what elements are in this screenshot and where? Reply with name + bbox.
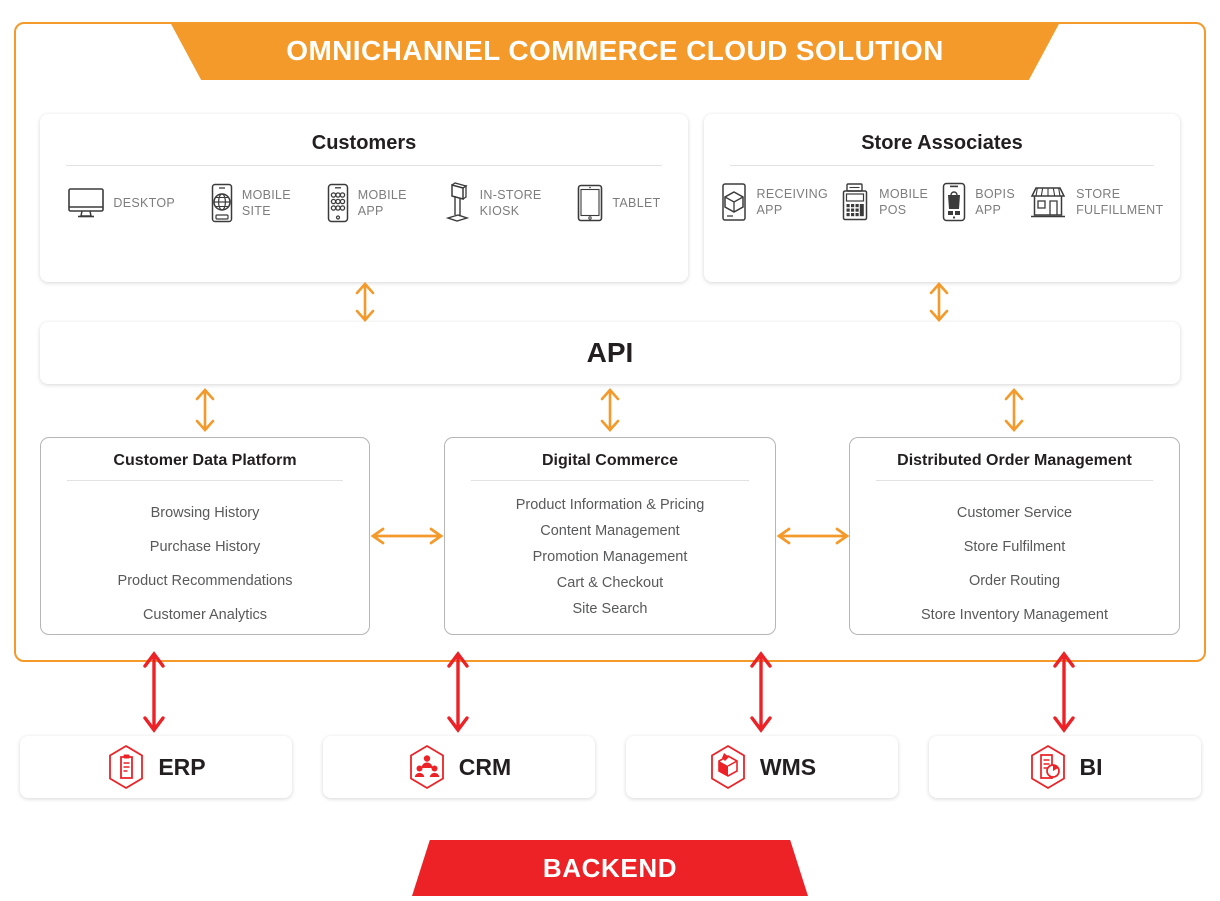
mobile-app-grid-icon [327,183,349,223]
capability-panel-title: Distributed Order Management [897,452,1132,469]
arrow-frame-bi [1053,651,1075,733]
capability-item: Product Recommendations [117,573,293,589]
capability-panel-title: Digital Commerce [541,452,679,469]
bopis-bag-phone-icon [943,182,966,222]
channel-item-label: TABLET [612,196,661,210]
capability-panel-digital-commerce: Digital Commerce Product Information & P… [444,437,776,635]
backend-card-label: CRM [458,753,512,780]
channel-item-label: STORE FULFILLMENT [1076,187,1164,217]
channel-item-desktop[interactable]: DESKTOP [67,186,175,220]
backend-card-label: ERP [158,753,206,780]
api-title: API [586,337,634,368]
tablet-icon [578,184,603,222]
channel-panel-store-associates-title: Store Associates [861,132,1023,154]
capability-item: Promotion Management [532,549,688,565]
backend-card-bi[interactable]: BI [929,736,1201,798]
channel-item-label: MOBILE POS [879,187,929,217]
receiving-box-phone-icon [721,183,746,221]
hexagon-people-icon [409,744,444,790]
capability-list: Product Information & Pricing Content Ma… [445,487,775,617]
backend-card-label: BI [1079,753,1103,780]
desktop-monitor-icon [68,188,105,218]
channel-item-label: MOBILE APP [357,188,407,218]
capability-item: Purchase History [149,539,261,555]
capability-panel-customer-data-platform: Customer Data Platform Browsing History … [40,437,370,635]
channel-item-mobile-pos[interactable]: MOBILE POS [841,182,928,222]
header-banner: OMNICHANNEL COMMERCE CLOUD SOLUTION [170,22,1060,80]
channel-panel-customers: Customers DESKTOP MOBILE SITE MOBILE APP… [40,114,688,282]
capability-item: Customer Service [956,505,1073,521]
divider [730,165,1154,166]
store-associates-icon-row: RECEIVING APP MOBILE POS BOPIS APP STORE… [704,182,1180,222]
customers-icon-row: DESKTOP MOBILE SITE MOBILE APP IN-STORE … [40,182,688,224]
capability-panel-title: Customer Data Platform [113,452,297,469]
arrow-frame-wms [750,651,772,733]
channel-panel-store-associates: Store Associates RECEIVING APP MOBILE PO… [704,114,1180,282]
divider [66,165,662,166]
capability-item: Cart & Checkout [556,575,664,591]
capability-item: Browsing History [150,505,260,521]
backend-card-crm[interactable]: CRM [323,736,595,798]
channel-item-tablet[interactable]: TABLET [576,184,660,222]
page-title: OMNICHANNEL COMMERCE CLOUD SOLUTION [286,35,944,66]
arrow-api-customer-data-platform [195,388,215,432]
channel-item-store-fulfillment[interactable]: STORE FULFILLMENT [1028,184,1163,220]
channel-panel-customers-title: Customers [311,132,417,154]
api-bar: API [40,322,1180,384]
capability-item: Site Search [572,601,648,617]
channel-item-label: RECEIVING APP [756,187,829,217]
channel-item-label: DESKTOP [113,196,176,210]
hexagon-clipboard-icon [109,744,144,790]
capability-item: Order Routing [968,573,1061,589]
backend-card-label: WMS [759,753,817,780]
backend-card-erp[interactable]: ERP [20,736,292,798]
capability-panel-distributed-order-management: Distributed Order Management Customer Se… [849,437,1180,635]
hexagon-warehouse-box-icon [710,744,745,790]
arrow-digital-commerce-dom [776,527,850,545]
arrow-customers-api [355,282,375,322]
capability-item: Product Information & Pricing [515,497,705,513]
backend-banner-title: BACKEND [542,852,678,883]
capability-list: Browsing History Purchase History Produc… [41,487,369,623]
pos-terminal-icon [842,183,868,221]
backend-card-wms[interactable]: WMS [626,736,898,798]
capability-list: Customer Service Store Fulfilment Order … [850,487,1179,623]
divider [471,480,749,481]
divider [67,480,343,481]
capability-item: Content Management [540,523,680,539]
channel-item-mobile-site[interactable]: MOBILE SITE [210,183,291,223]
arrow-api-digital-commerce [600,388,620,432]
arrow-api-distributed-order-management [1004,388,1024,432]
channel-item-in-store-kiosk[interactable]: IN-STORE KIOSK [442,182,542,224]
backend-banner: BACKEND [412,840,808,896]
divider [876,480,1153,481]
kiosk-stand-icon [445,182,469,222]
arrow-cdp-digital-commerce [370,527,444,545]
arrow-store-associates-api [929,282,949,322]
arrow-frame-erp [143,651,165,733]
storefront-icon [1030,187,1066,218]
channel-item-label: MOBILE SITE [241,188,291,218]
channel-item-bopis-app[interactable]: BOPIS APP [941,182,1015,222]
channel-item-label: IN-STORE KIOSK [479,188,542,218]
channel-item-mobile-app[interactable]: MOBILE APP [326,183,407,223]
channel-item-label: BOPIS APP [975,187,1015,217]
capability-item: Store Inventory Management [921,607,1108,623]
mobile-globe-icon [211,183,233,223]
channel-item-receiving-app[interactable]: RECEIVING APP [721,182,828,222]
hexagon-report-chart-icon [1030,744,1065,790]
arrow-frame-crm [447,651,469,733]
capability-item: Customer Analytics [142,607,268,623]
capability-item: Store Fulfilment [963,539,1066,555]
